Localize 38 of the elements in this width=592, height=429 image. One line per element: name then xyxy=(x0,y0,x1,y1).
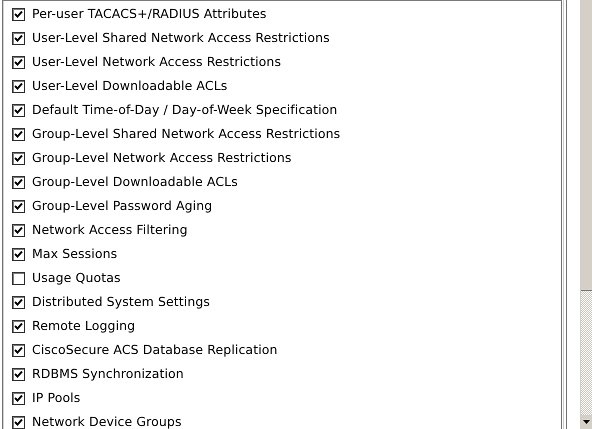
checkbox[interactable] xyxy=(12,272,25,284)
option-label: Default Time-of-Day / Day-of-Week Specification xyxy=(32,104,338,116)
option-label: Group-Level Network Access Restrictions xyxy=(32,152,292,164)
checkbox[interactable] xyxy=(12,32,25,44)
checkbox[interactable] xyxy=(12,368,25,380)
checkbox[interactable] xyxy=(12,416,25,428)
option-label: RDBMS Synchronization xyxy=(32,368,184,380)
checkbox[interactable] xyxy=(12,128,25,140)
checkbox[interactable] xyxy=(12,296,25,308)
option-label: Distributed System Settings xyxy=(32,296,210,308)
option-label: Group-Level Shared Network Access Restrictions xyxy=(32,128,340,140)
option-label: Network Device Groups xyxy=(32,416,182,428)
option-label: User-Level Shared Network Access Restrictions xyxy=(32,32,330,44)
checkbox[interactable] xyxy=(12,176,25,188)
option-label: Group-Level Downloadable ACLs xyxy=(32,176,238,188)
option-label: CiscoSecure ACS Database Replication xyxy=(32,344,278,356)
scrollbar[interactable] xyxy=(580,0,592,429)
checkbox[interactable] xyxy=(12,56,25,68)
checkbox[interactable] xyxy=(12,80,25,92)
option-label: User-Level Downloadable ACLs xyxy=(32,80,228,92)
checkbox[interactable] xyxy=(12,8,25,20)
option-label: Max Sessions xyxy=(32,248,118,260)
down-arrow-icon[interactable] xyxy=(583,420,590,424)
checkbox[interactable] xyxy=(12,392,25,404)
checkbox[interactable] xyxy=(12,152,25,164)
checkbox[interactable] xyxy=(12,320,25,332)
checkbox[interactable] xyxy=(12,224,25,236)
checkbox[interactable] xyxy=(12,104,25,116)
option-label: Remote Logging xyxy=(32,320,136,332)
checkbox[interactable] xyxy=(12,248,25,260)
option-label: Network Access Filtering xyxy=(32,224,188,236)
option-label: IP Pools xyxy=(32,392,80,404)
option-label: User-Level Network Access Restrictions xyxy=(32,56,282,68)
option-label: Group-Level Password Aging xyxy=(32,200,212,212)
option-label: Usage Quotas xyxy=(32,272,121,284)
checkbox[interactable] xyxy=(12,344,25,356)
checkbox[interactable] xyxy=(12,200,25,212)
option-label: Per-user TACACS+/RADIUS Attributes xyxy=(32,8,266,20)
